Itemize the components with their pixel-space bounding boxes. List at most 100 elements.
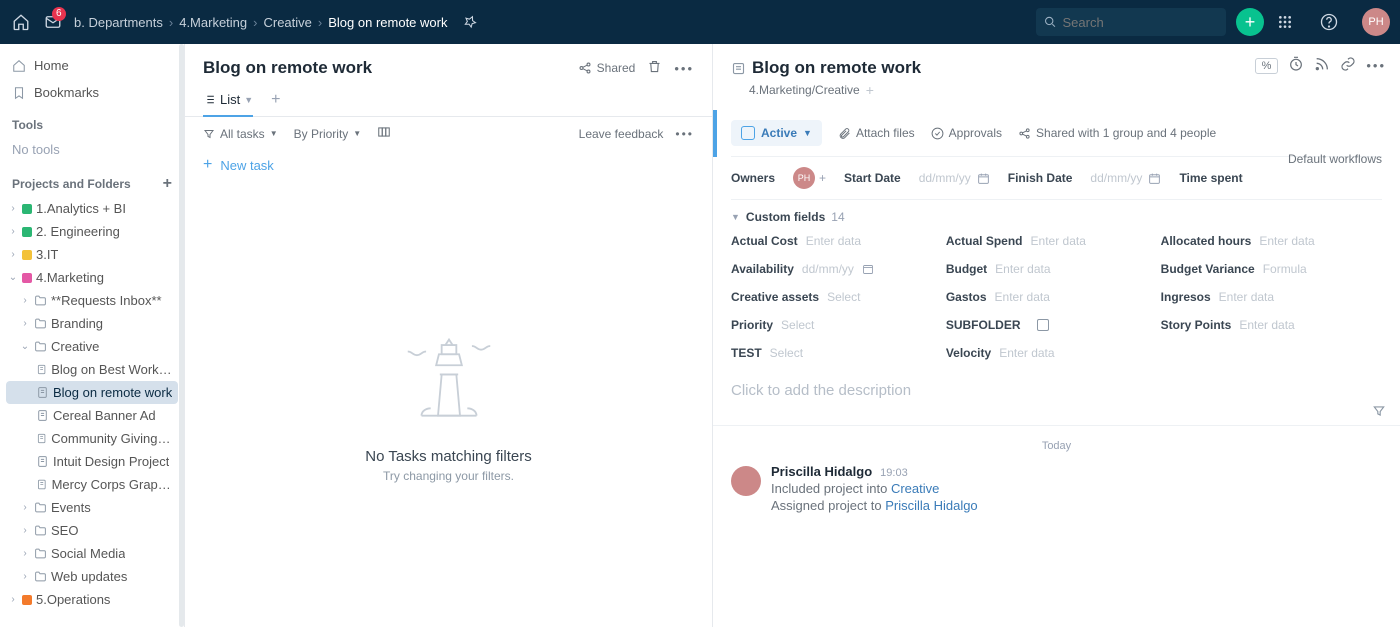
tree-folder[interactable]: ›Events xyxy=(6,496,178,519)
add-view-button[interactable]: + xyxy=(271,91,280,109)
avatar[interactable]: PH xyxy=(1362,8,1390,36)
description-input[interactable]: Click to add the description xyxy=(731,364,1382,417)
timer-icon[interactable] xyxy=(1288,56,1304,75)
tree-item[interactable]: Cereal Banner Ad xyxy=(6,404,178,427)
sidebar-bookmarks[interactable]: Bookmarks xyxy=(6,79,178,106)
tree-folder[interactable]: ›Web updates xyxy=(6,565,178,588)
detail-location[interactable]: 4.Marketing/Creative xyxy=(749,83,860,97)
custom-fields-toggle[interactable]: ▼ Custom fields 14 xyxy=(731,200,1382,230)
custom-field[interactable]: IngresosEnter data xyxy=(1161,286,1376,308)
tree-folder[interactable]: ⌄4.Marketing xyxy=(6,266,178,289)
tree-folder[interactable]: ›3.IT xyxy=(6,243,178,266)
activity-filter-icon[interactable] xyxy=(1372,404,1386,421)
new-task-button[interactable]: + New task xyxy=(185,150,712,180)
default-workflows-link[interactable]: Default workflows xyxy=(1288,152,1382,166)
sidebar-home[interactable]: Home xyxy=(6,52,178,79)
custom-field[interactable]: BudgetEnter data xyxy=(946,258,1161,280)
activity-link[interactable]: Creative xyxy=(891,481,939,496)
tree-item[interactable]: Intuit Design Project xyxy=(6,450,178,473)
custom-field[interactable]: Availabilitydd/mm/yy xyxy=(731,258,946,280)
tree-item[interactable]: Blog on remote work xyxy=(6,381,178,404)
shared-button[interactable]: Shared xyxy=(578,61,636,75)
custom-field[interactable]: SUBFOLDER xyxy=(946,314,1161,336)
crumb-current: Blog on remote work xyxy=(328,15,447,30)
tree-item[interactable]: Community Giving Cre... xyxy=(6,427,178,450)
project-icon xyxy=(731,61,746,76)
activity-author[interactable]: Priscilla Hidalgo xyxy=(771,464,872,479)
add-location-icon[interactable]: + xyxy=(866,82,874,98)
filter-all-tasks[interactable]: All tasks ▼ xyxy=(203,127,278,141)
share-icon xyxy=(1018,127,1031,140)
rss-icon[interactable] xyxy=(1314,56,1330,75)
more-icon[interactable]: ••• xyxy=(674,61,694,76)
custom-field[interactable]: Budget VarianceFormula xyxy=(1161,258,1376,280)
leave-feedback-link[interactable]: Leave feedback xyxy=(579,127,664,141)
activity-time: 19:03 xyxy=(880,467,908,479)
tools-header: Tools xyxy=(6,106,178,136)
custom-field[interactable]: Actual CostEnter data xyxy=(731,230,946,252)
tree-folder[interactable]: ›1.Analytics + BI xyxy=(6,197,178,220)
activity-link[interactable]: Priscilla Hidalgo xyxy=(885,498,977,513)
finish-date-label: Finish Date xyxy=(1008,171,1073,185)
breadcrumb: b. Departments› 4.Marketing› Creative› B… xyxy=(74,11,491,33)
share-icon xyxy=(578,61,592,75)
search-field[interactable] xyxy=(1063,15,1218,30)
topbar: 6 b. Departments› 4.Marketing› Creative›… xyxy=(0,0,1400,44)
finish-date-input[interactable]: dd/mm/yy xyxy=(1090,171,1142,185)
empty-subtitle: Try changing your filters. xyxy=(383,469,514,483)
crumb[interactable]: Creative xyxy=(263,15,311,30)
more-icon[interactable]: ••• xyxy=(675,127,694,141)
search-input[interactable] xyxy=(1036,8,1226,36)
tree-folder[interactable]: ›Branding xyxy=(6,312,178,335)
attach-files-button[interactable]: Attach files xyxy=(838,126,915,140)
shared-with-button[interactable]: Shared with 1 group and 4 people xyxy=(1018,126,1216,140)
tree-folder[interactable]: ›5.Operations xyxy=(6,588,178,611)
add-owner-icon[interactable]: + xyxy=(819,171,826,185)
add-folder-icon[interactable]: + xyxy=(163,175,172,193)
calendar-icon[interactable] xyxy=(1148,172,1161,185)
crumb[interactable]: b. Departments xyxy=(74,15,163,30)
custom-field[interactable]: PrioritySelect xyxy=(731,314,946,336)
detail-title[interactable]: Blog on remote work xyxy=(752,58,921,78)
tree-item[interactable]: Mercy Corps Graphic ... xyxy=(6,473,178,496)
apps-icon[interactable] xyxy=(1274,11,1296,33)
empty-state: No Tasks matching filters Try changing y… xyxy=(185,180,712,627)
custom-field[interactable]: GastosEnter data xyxy=(946,286,1161,308)
chevron-down-icon: ▼ xyxy=(244,95,253,105)
trash-icon[interactable] xyxy=(647,59,662,77)
empty-title: No Tasks matching filters xyxy=(365,448,531,465)
sort-by-priority[interactable]: By Priority ▼ xyxy=(294,127,362,141)
status-dropdown[interactable]: Active▼ xyxy=(731,120,822,146)
lighthouse-icon xyxy=(394,324,504,434)
start-date-input[interactable]: dd/mm/yy xyxy=(919,171,971,185)
inbox-icon[interactable]: 6 xyxy=(42,11,64,33)
home-icon[interactable] xyxy=(10,11,32,33)
tree-folder[interactable]: ⌄Creative xyxy=(6,335,178,358)
link-icon[interactable] xyxy=(1340,56,1356,75)
help-icon[interactable] xyxy=(1318,11,1340,33)
owner-avatar[interactable]: PH xyxy=(793,167,815,189)
tree-folder[interactable]: ›SEO xyxy=(6,519,178,542)
tree-folder[interactable]: ›2. Engineering xyxy=(6,220,178,243)
tab-list[interactable]: List ▼ xyxy=(203,84,253,117)
owners-label: Owners xyxy=(731,171,775,185)
approvals-button[interactable]: Approvals xyxy=(931,126,1002,140)
custom-field[interactable]: VelocityEnter data xyxy=(946,342,1161,364)
calendar-icon[interactable] xyxy=(977,172,990,185)
more-icon[interactable]: ••• xyxy=(1366,58,1386,73)
custom-field[interactable]: Story PointsEnter data xyxy=(1161,314,1376,336)
columns-icon[interactable] xyxy=(377,125,391,142)
custom-field[interactable]: Actual SpendEnter data xyxy=(946,230,1161,252)
crumb[interactable]: 4.Marketing xyxy=(179,15,247,30)
tree-folder[interactable]: ›Social Media xyxy=(6,542,178,565)
pin-icon[interactable] xyxy=(459,11,481,33)
percent-icon[interactable]: % xyxy=(1255,58,1279,74)
custom-field[interactable]: TESTSelect xyxy=(731,342,946,364)
activity-avatar xyxy=(731,466,761,496)
tree-item[interactable]: Blog on Best Workplac... xyxy=(6,358,178,381)
detail-pane: % ••• Blog on remote work 4.Marketing/Cr… xyxy=(713,44,1400,627)
add-button[interactable]: + xyxy=(1236,8,1264,36)
tree-folder[interactable]: ›**Requests Inbox** xyxy=(6,289,178,312)
custom-field[interactable]: Creative assetsSelect xyxy=(731,286,946,308)
custom-field[interactable]: Allocated hoursEnter data xyxy=(1161,230,1376,252)
